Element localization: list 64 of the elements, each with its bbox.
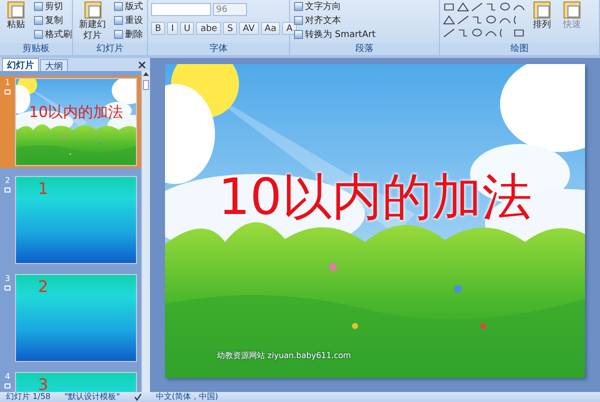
format-button[interactable]: U bbox=[180, 22, 194, 35]
ribbon-button[interactable]: 复制 bbox=[33, 14, 73, 27]
group-label: 剪贴板 bbox=[0, 43, 72, 55]
format-button[interactable]: S bbox=[223, 22, 237, 35]
scrollbar[interactable] bbox=[141, 71, 150, 392]
slide-text: 2 bbox=[38, 277, 48, 296]
shape-icon[interactable] bbox=[485, 15, 497, 25]
group-label: 字体 bbox=[148, 43, 289, 55]
ribbon-button[interactable]: 格式刷 bbox=[33, 28, 73, 41]
shape-icon[interactable] bbox=[499, 2, 511, 12]
shape-icon[interactable] bbox=[471, 28, 483, 38]
shape-icon[interactable] bbox=[513, 28, 525, 38]
format-button[interactable]: I bbox=[167, 22, 178, 35]
shape-icon[interactable] bbox=[443, 15, 455, 25]
slide-number: 1 bbox=[4, 78, 10, 87]
group-label: 绘图 bbox=[440, 43, 599, 55]
shape-icon[interactable] bbox=[457, 15, 469, 25]
shape-icon[interactable] bbox=[471, 2, 483, 12]
format-button[interactable]: B bbox=[151, 22, 166, 35]
slide-number: 4 bbox=[4, 372, 10, 381]
shape-icon[interactable] bbox=[443, 2, 455, 12]
group-label: 段落 bbox=[290, 43, 439, 55]
tool-icon bbox=[82, 0, 104, 20]
slide-text: 1 bbox=[38, 179, 48, 198]
slide-number: 3 bbox=[4, 274, 10, 283]
animation-icon bbox=[4, 89, 11, 95]
tool-icon bbox=[5, 0, 27, 20]
slide-text: 3 bbox=[38, 375, 48, 392]
scroll-thumb[interactable] bbox=[143, 80, 149, 90]
status-text: 中文(简体，中国) bbox=[156, 392, 218, 402]
slide-title: 10以内的加法 bbox=[217, 167, 533, 228]
slide-thumbnail[interactable]: 1 10以内的加法 bbox=[0, 76, 141, 168]
status-text: 幻灯片 1/58 bbox=[6, 392, 51, 402]
tool-icon bbox=[561, 0, 583, 20]
close-icon[interactable] bbox=[138, 61, 146, 69]
ribbon-button[interactable]: 排列 bbox=[529, 0, 555, 31]
animation-icon bbox=[4, 285, 11, 291]
ribbon-button[interactable]: 剪切 bbox=[33, 0, 73, 13]
ribbon-button[interactable]: 粘贴 bbox=[3, 0, 29, 31]
panel-tab[interactable]: 大纲 bbox=[40, 59, 68, 71]
spellcheck-icon[interactable] bbox=[134, 393, 142, 401]
panel-tab[interactable]: 幻灯片 bbox=[2, 58, 39, 71]
ribbon-button[interactable]: 文字方向 bbox=[293, 0, 376, 13]
slide-title: 10以内的加法 bbox=[28, 103, 124, 122]
shape-icon[interactable] bbox=[457, 28, 469, 38]
format-button[interactable]: AV bbox=[238, 22, 259, 35]
slide-number: 2 bbox=[4, 176, 10, 185]
font-name-field[interactable] bbox=[151, 3, 211, 16]
ribbon-button[interactable]: 重设 bbox=[113, 14, 144, 27]
tool-icon bbox=[531, 0, 553, 20]
status-text: "默认设计模板" bbox=[64, 392, 120, 402]
animation-icon bbox=[4, 383, 11, 389]
format-button[interactable]: Aa bbox=[260, 22, 280, 35]
ribbon-button[interactable]: 新建幻灯片 bbox=[76, 0, 109, 42]
shape-icon[interactable] bbox=[471, 15, 483, 25]
ribbon-button[interactable]: 版式 bbox=[113, 0, 144, 13]
slide-footer: 幼教资源网站 ziyuan.baby611.com bbox=[217, 350, 351, 361]
shape-icon[interactable] bbox=[457, 2, 469, 12]
shape-icon[interactable] bbox=[485, 2, 497, 12]
group-label: 幻灯片 bbox=[73, 43, 147, 55]
shape-icon[interactable] bbox=[443, 28, 455, 38]
format-button[interactable]: abe bbox=[196, 22, 222, 35]
animation-icon bbox=[4, 187, 11, 193]
ribbon-button[interactable]: 删除 bbox=[113, 28, 144, 41]
